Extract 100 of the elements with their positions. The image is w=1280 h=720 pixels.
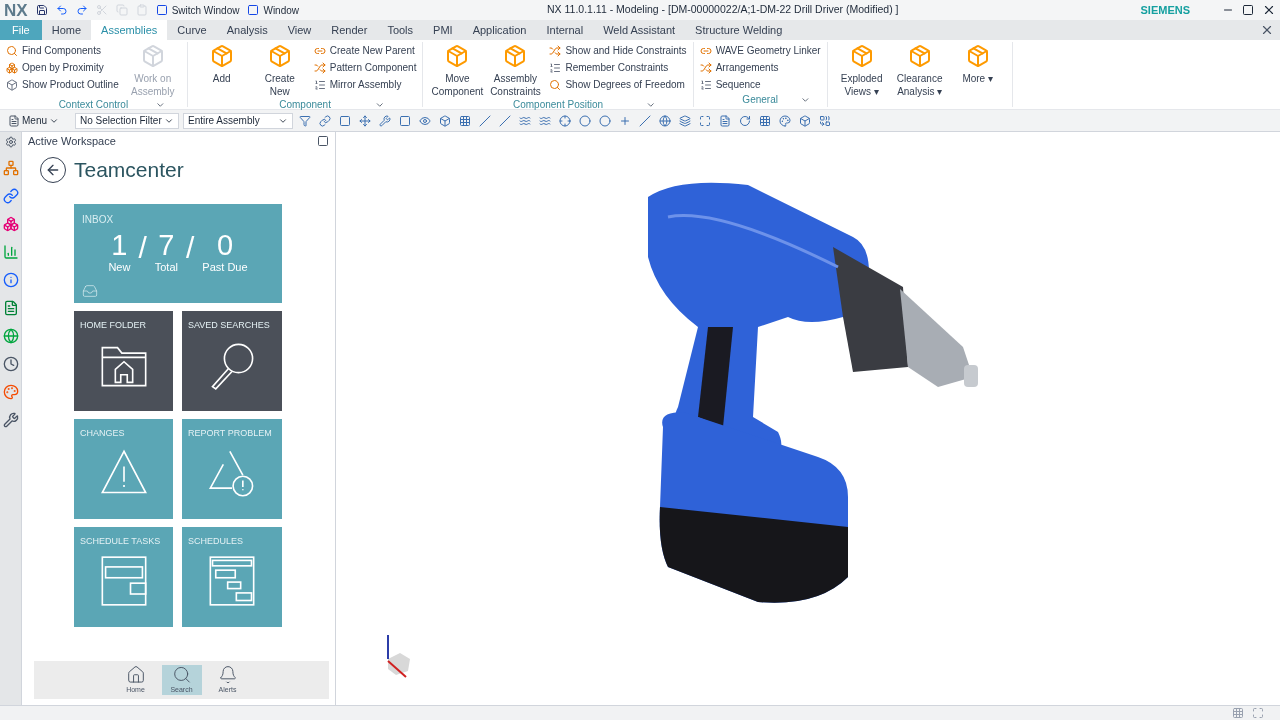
info-icon[interactable] (2, 272, 19, 288)
palette-icon[interactable] (779, 114, 791, 127)
boxes-icon[interactable] (2, 216, 19, 232)
list-icon (699, 78, 712, 91)
separator-slash: / (186, 230, 195, 266)
tile-label: SCHEDULES (188, 535, 244, 547)
globe-icon[interactable] (659, 114, 671, 127)
grid-icon[interactable] (459, 114, 471, 127)
quick-access-button[interactable]: Switch Window (155, 2, 240, 18)
ribbon-tab[interactable]: PMI (423, 20, 463, 40)
layers-icon[interactable] (679, 114, 691, 127)
ribbon-button[interactable]: Move Component (429, 42, 486, 98)
document-icon[interactable] (2, 300, 19, 316)
wrench-icon[interactable] (379, 114, 391, 127)
table-icon[interactable] (759, 114, 771, 127)
ribbon-button[interactable]: WAVE Geometry Linker (699, 42, 821, 59)
tray-icon (82, 283, 98, 299)
shuffle-icon (699, 61, 712, 74)
ribbon-button[interactable]: Sequence (699, 76, 821, 93)
ribbon-tab[interactable]: Application (462, 20, 537, 40)
line-icon[interactable] (479, 114, 491, 127)
window-icon (155, 4, 168, 16)
ribbon-button[interactable]: Remember Constraints (549, 59, 687, 76)
home-icon (125, 665, 146, 685)
clock-icon[interactable] (2, 356, 19, 372)
tile-label: CHANGES (80, 427, 126, 439)
ribbon-tab[interactable]: Tools (377, 20, 424, 40)
ribbon-tab[interactable]: Analysis (216, 20, 278, 40)
curve-icon[interactable] (519, 114, 531, 127)
undo-icon[interactable] (55, 4, 68, 16)
grid-icon[interactable] (1232, 707, 1244, 719)
panel-title: Active Workspace (28, 133, 116, 149)
ribbon-button[interactable]: Exploded Views ▾ (833, 42, 890, 107)
ribbon-button[interactable]: Show Product Outline (6, 76, 119, 93)
count-value: 1 (111, 229, 128, 261)
globe-icon[interactable] (2, 328, 19, 344)
combine-icon[interactable] (819, 114, 831, 127)
ribbon-button[interactable]: Show and Hide Constraints (549, 42, 687, 59)
cube-icon[interactable] (439, 114, 451, 127)
ribbon-button[interactable]: Mirror Assembly (313, 76, 417, 93)
square-icon[interactable] (339, 114, 351, 127)
cube-icon[interactable] (799, 114, 811, 127)
filter-icon[interactable] (299, 114, 311, 127)
redo-icon[interactable] (75, 4, 88, 16)
menu-button[interactable]: Menu (4, 113, 63, 128)
scope-dropdown[interactable]: Entire Assembly (183, 112, 293, 129)
circle-icon[interactable] (579, 114, 591, 127)
crosshair-icon[interactable] (559, 114, 571, 127)
close-icon[interactable] (1260, 23, 1274, 37)
fit-view-icon[interactable] (699, 114, 711, 127)
line-icon[interactable] (499, 114, 511, 127)
wave-icon[interactable] (539, 114, 551, 127)
quick-access-button[interactable]: Window (247, 2, 299, 18)
close-icon[interactable] (1262, 3, 1276, 17)
ribbon-tab[interactable]: Home (41, 20, 92, 40)
ribbon-button[interactable]: Find Components (6, 42, 119, 59)
ribbon-button[interactable]: Create New (251, 42, 308, 98)
ribbon-button[interactable]: Open by Proximity (6, 59, 119, 76)
ribbon-button[interactable]: Arrangements (699, 59, 821, 76)
restore-icon[interactable] (1242, 4, 1254, 16)
ribbon-button[interactable]: Assembly Constraints (487, 42, 544, 98)
palette-icon[interactable] (2, 384, 19, 400)
link-icon[interactable] (319, 114, 331, 127)
ribbon-tab[interactable]: Weld Assistant (593, 20, 686, 40)
brand-label: SIEMENS (1140, 2, 1190, 18)
ribbon-tab[interactable]: Structure Welding (685, 20, 793, 40)
line-icon[interactable] (639, 114, 651, 127)
ribbon-button[interactable]: Create New Parent (313, 42, 417, 59)
wrench-icon[interactable] (2, 412, 19, 428)
save-icon[interactable] (35, 4, 48, 16)
ribbon-tab[interactable]: View (277, 20, 322, 40)
cube-icon (965, 44, 990, 68)
move-icon[interactable] (359, 114, 371, 127)
ribbon-button[interactable]: Add (193, 42, 250, 98)
count-caption: New (108, 261, 131, 274)
window-icon (247, 4, 260, 16)
selection-filter-dropdown[interactable]: No Selection Filter (75, 112, 179, 129)
ribbon-button[interactable]: More ▾ (949, 42, 1006, 107)
ribbon-button[interactable]: Show Degrees of Freedom (549, 76, 687, 93)
settings-icon[interactable] (4, 136, 17, 148)
ribbon-tab[interactable]: Assemblies (91, 20, 168, 40)
circle-icon[interactable] (599, 114, 611, 127)
workspace-tile[interactable]: SAVED SEARCHES (182, 311, 282, 411)
plus-icon[interactable] (619, 114, 631, 127)
rotate-icon[interactable] (739, 114, 751, 127)
group-label: Component (278, 98, 332, 112)
cube-icon (503, 44, 528, 68)
ribbon-button[interactable]: Clearance Analysis ▾ (891, 42, 948, 107)
tree-icon[interactable] (2, 160, 19, 176)
eye-icon[interactable] (419, 114, 431, 127)
maximize-icon[interactable] (317, 135, 329, 147)
ribbon-tab[interactable]: Render (321, 20, 378, 40)
ribbon-tab[interactable]: Internal (536, 20, 594, 40)
ribbon-tab[interactable]: Curve (167, 20, 217, 40)
ribbon-button[interactable]: Pattern Component (313, 59, 417, 76)
fullscreen-icon[interactable] (1252, 707, 1264, 719)
page-icon[interactable] (719, 114, 731, 127)
group-label: Context Control (57, 98, 130, 112)
workspace-tile[interactable]: HOME FOLDER (74, 311, 173, 411)
tile-label: HOME FOLDER (80, 319, 147, 331)
